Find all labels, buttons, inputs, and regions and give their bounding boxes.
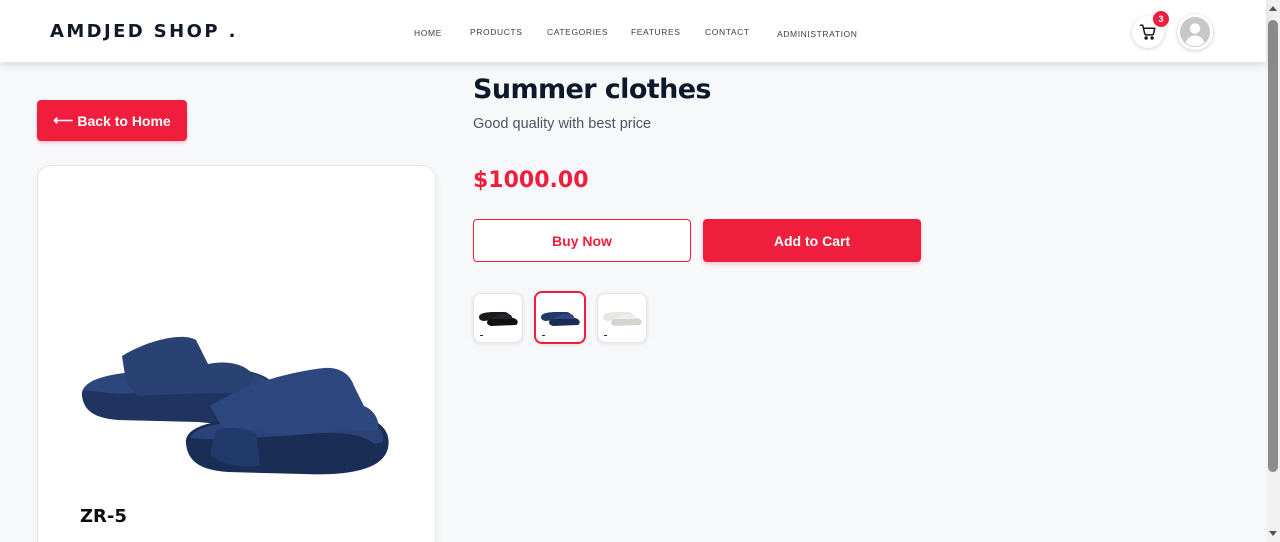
scrollbar-thumb[interactable] [1268, 20, 1278, 472]
user-avatar-icon [1180, 17, 1210, 47]
product-image-card: ZR-5 [37, 165, 436, 542]
cart-count-badge: 3 [1153, 11, 1169, 27]
top-navbar: AMDJED SHOP . HOME PRODUCTS CATEGORIES F… [0, 0, 1266, 62]
thumbnail-label-icon: ▬ [480, 333, 483, 337]
scroll-down-arrow-icon[interactable] [1269, 531, 1277, 536]
arrow-left-icon: ⟵ [53, 112, 74, 128]
thumbnail-label-icon: ▬ [604, 333, 607, 337]
product-model-label: ZR-5 [80, 506, 127, 527]
product-subtitle: Good quality with best price [473, 116, 652, 132]
product-image [81, 336, 389, 475]
back-to-home-label: Back to Home [77, 112, 171, 129]
nav-categories[interactable]: CATEGORIES [547, 27, 608, 37]
variant-thumbnail-black[interactable]: ▬ [473, 293, 523, 343]
add-to-cart-button[interactable]: Add to Cart [703, 219, 921, 262]
nav-administration[interactable]: ADMINISTRATION [777, 29, 858, 39]
product-title: Summer clothes [473, 74, 711, 105]
product-price: $1000.00 [473, 168, 589, 193]
nav-home[interactable]: HOME [414, 28, 442, 38]
slipper-thumbnail-navy [541, 311, 580, 326]
variant-thumbnail-white[interactable]: ▬ [597, 293, 647, 343]
slipper-thumbnail-white [603, 312, 642, 326]
thumbnail-label-icon: ▬ [542, 333, 545, 337]
page-scrollbar[interactable] [1266, 0, 1280, 542]
buy-now-button[interactable]: Buy Now [473, 219, 691, 262]
back-to-home-button[interactable]: ⟵ Back to Home [37, 100, 187, 141]
variant-thumbnail-navy[interactable]: ▬ [534, 291, 586, 344]
nav-features[interactable]: FEATURES [631, 27, 681, 37]
nav-products[interactable]: PRODUCTS [470, 27, 523, 37]
brand-logo[interactable]: AMDJED SHOP . [50, 21, 238, 42]
cart-icon [1139, 24, 1156, 40]
scroll-up-arrow-icon[interactable] [1269, 6, 1277, 11]
user-avatar[interactable] [1177, 14, 1213, 50]
nav-contact[interactable]: CONTACT [705, 27, 750, 37]
slipper-thumbnail-black [479, 312, 518, 326]
